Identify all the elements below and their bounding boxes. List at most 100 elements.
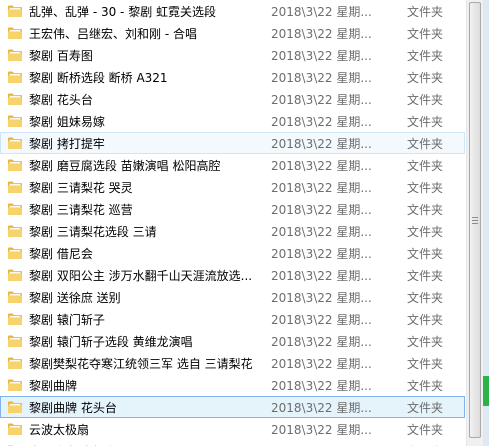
item-type: 文件夹	[407, 136, 444, 151]
folder-name: 黎剧 花头台	[29, 92, 93, 107]
folder-name: 黎剧曲牌 花头台	[29, 400, 117, 415]
scrollbar-grip	[472, 217, 478, 218]
list-item[interactable]: 黎剧 断桥选段 断桥 A321 2018\3\22 星期... 文件夹	[0, 66, 465, 88]
folder-icon	[1, 180, 29, 194]
date-modified: 2018\3\22 星期...	[271, 4, 372, 19]
list-item[interactable]: 黎剧曲牌 花头台 2018\3\22 星期... 文件夹	[0, 396, 465, 418]
folder-icon	[1, 26, 29, 40]
list-item[interactable]: 黎剧 姐妹易嫁 2018\3\22 星期... 文件夹	[0, 110, 465, 132]
list-item[interactable]: 黎剧 磨豆腐选段 苗嫩演唱 松阳高腔 2018\3\22 星期... 文件夹	[0, 154, 465, 176]
folder-name: 乱弹、乱弹 - 30 - 黎剧 虹霓关选段	[29, 4, 217, 19]
date-modified: 2018\3\22 星期...	[271, 202, 372, 217]
item-type: 文件夹	[407, 26, 444, 41]
folder-icon	[1, 4, 29, 18]
item-type: 文件夹	[407, 246, 444, 261]
folder-name: 黎剧 送徐庶 送别	[29, 290, 121, 305]
folder-name: 黎剧 三请梨花 哭灵	[29, 180, 133, 195]
list-item[interactable]: 黎剧 三请梨花 哭灵 2018\3\22 星期... 文件夹	[0, 176, 465, 198]
folder-name: 黎剧曲牌	[29, 378, 78, 393]
item-type: 文件夹	[407, 268, 444, 283]
list-item[interactable]: 黎剧 辕门斩子 2018\3\22 星期... 文件夹	[0, 308, 465, 330]
folder-icon	[1, 136, 29, 150]
list-item[interactable]: 黎剧 拷打提牢 2018\3\22 星期... 文件夹	[0, 132, 465, 154]
folder-name: 黎剧 三请梨花 巡营	[29, 202, 133, 217]
folder-name: 黎剧 辕门斩子	[29, 312, 105, 327]
list-item[interactable]: 黎剧 借尼会 2018\3\22 星期... 文件夹	[0, 242, 465, 264]
date-modified: 2018\3\22 星期...	[271, 224, 372, 239]
folder-name: 黎剧 断桥选段 断桥 A321	[29, 70, 168, 85]
date-modified: 2018\3\22 星期...	[271, 422, 372, 437]
folder-icon	[1, 224, 29, 238]
item-type: 文件夹	[407, 378, 444, 393]
item-type: 文件夹	[407, 224, 444, 239]
list-item[interactable]: 黎剧樊梨花夺寒江统领三军 选自 三请梨花 2018\3\22 星期... 文件夹	[0, 352, 465, 374]
item-type: 文件夹	[407, 202, 444, 217]
item-type: 文件夹	[407, 290, 444, 305]
folder-icon	[1, 422, 29, 436]
folder-name: 黎剧 姐妹易嫁	[29, 114, 105, 129]
date-modified: 2018\3\22 星期...	[271, 114, 372, 129]
folder-name: 中国功夫 太极扇	[29, 443, 267, 446]
date-modified: 2018\3\22 星期...	[271, 158, 372, 173]
scrollbar-thumb[interactable]	[469, 2, 481, 438]
scrollbar-grip	[472, 220, 478, 221]
date-modified: 2018\3\22 星期...	[271, 246, 372, 261]
folder-name: 云波太极扇	[29, 422, 90, 437]
list-item[interactable]: 王宏伟、吕继宏、刘和刚 - 合唱 2018\3\22 星期... 文件夹	[0, 22, 465, 44]
item-type: 文件夹	[407, 356, 444, 371]
list-item[interactable]: 乱弹、乱弹 - 30 - 黎剧 虹霓关选段 2018\3\22 星期... 文件夹	[0, 0, 465, 22]
folder-icon	[1, 158, 29, 172]
folder-name: 黎剧 百寿图	[29, 48, 93, 63]
list-item[interactable]: 黎剧 辕门斩子选段 黄维龙演唱 2018\3\22 星期... 文件夹	[0, 330, 465, 352]
folder-name: 黎剧 辕门斩子选段 黄维龙演唱	[29, 334, 193, 349]
date-modified: 2018\3\22 星期...	[271, 378, 372, 393]
folder-name: 黎剧 拷打提牢	[29, 136, 105, 151]
date-modified: 2018\3\22 星期...	[271, 312, 372, 327]
folder-icon	[1, 400, 29, 414]
date-modified: 2018\3\22 星期...	[271, 180, 372, 195]
item-type: 文件夹	[407, 4, 444, 19]
folder-icon	[1, 356, 29, 370]
list-item[interactable]: 黎剧 三请梨花 巡营 2018\3\22 星期... 文件夹	[0, 198, 465, 220]
date-modified: 2018\3\22 星期...	[271, 26, 372, 41]
date-modified: 2018\3\22 星期...	[271, 70, 372, 85]
date-modified: 2018\3\22 星期...	[271, 290, 372, 305]
folder-icon	[1, 246, 29, 260]
folder-name: 黎剧 借尼会	[29, 246, 93, 261]
date-modified: 2018\3\22 星期...	[271, 268, 372, 283]
list-item[interactable]: 中国功夫 太极扇2018\3\22 星期...文件夹	[0, 440, 465, 446]
item-type: 文件夹	[393, 443, 464, 446]
file-list: 乱弹、乱弹 - 30 - 黎剧 虹霓关选段 2018\3\22 星期... 文件夹王…	[0, 0, 465, 446]
list-item[interactable]: 黎剧曲牌 2018\3\22 星期... 文件夹	[0, 374, 465, 396]
folder-icon	[1, 312, 29, 326]
folder-icon	[1, 202, 29, 216]
date-modified: 2018\3\22 星期...	[271, 400, 372, 415]
vertical-scrollbar[interactable]	[466, 0, 483, 446]
date-modified: 2018\3\22 星期...	[267, 443, 393, 446]
folder-icon	[1, 290, 29, 304]
item-type: 文件夹	[407, 92, 444, 107]
folder-icon	[1, 114, 29, 128]
scrollbar-grip	[472, 223, 478, 224]
list-item[interactable]: 黎剧 送徐庶 送别 2018\3\22 星期... 文件夹	[0, 286, 465, 308]
item-type: 文件夹	[407, 180, 444, 195]
folder-icon	[1, 334, 29, 348]
list-item[interactable]: 黎剧 三请梨花选段 三请 2018\3\22 星期... 文件夹	[0, 220, 465, 242]
date-modified: 2018\3\22 星期...	[271, 334, 372, 349]
list-item[interactable]: 云波太极扇 2018\3\22 星期... 文件夹	[0, 418, 465, 440]
date-modified: 2018\3\22 星期...	[271, 356, 372, 371]
item-type: 文件夹	[407, 422, 444, 437]
list-item[interactable]: 黎剧 百寿图 2018\3\22 星期... 文件夹	[0, 44, 465, 66]
item-type: 文件夹	[407, 334, 444, 349]
list-item[interactable]: 黎剧 花头台 2018\3\22 星期... 文件夹	[0, 88, 465, 110]
item-type: 文件夹	[407, 70, 444, 85]
item-type: 文件夹	[407, 114, 444, 129]
folder-icon	[1, 378, 29, 392]
folder-icon	[1, 268, 29, 282]
date-modified: 2018\3\22 星期...	[271, 48, 372, 63]
folder-name: 黎剧 双阳公主 涉万水翻千山天涯流放选...	[29, 268, 253, 283]
list-item[interactable]: 黎剧 双阳公主 涉万水翻千山天涯流放选... 2018\3\22 星期... 文件夹	[0, 264, 465, 286]
folder-name: 黎剧 三请梨花选段 三请	[29, 224, 157, 239]
folder-icon	[1, 48, 29, 62]
folder-name: 黎剧 磨豆腐选段 苗嫩演唱 松阳高腔	[29, 158, 221, 173]
